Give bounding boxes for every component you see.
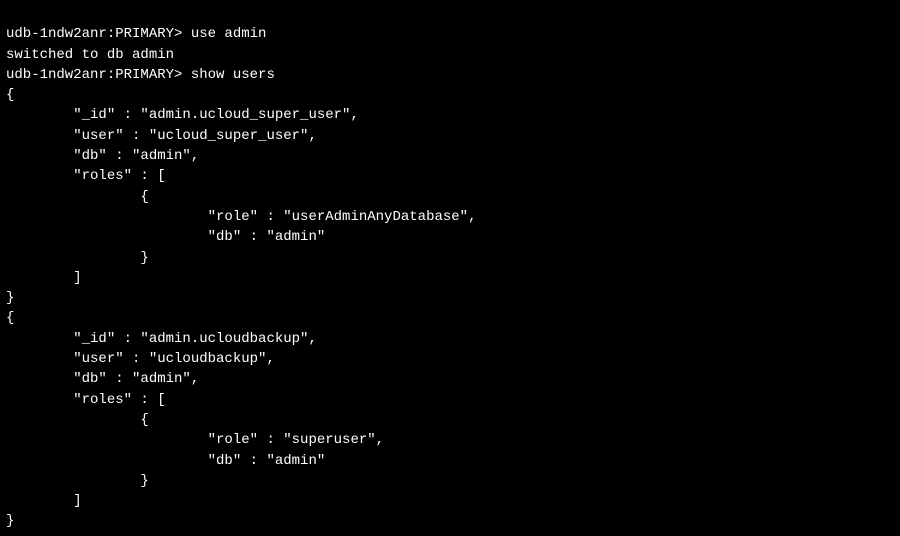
terminal-line: }	[6, 513, 14, 529]
terminal-line: "user" : "ucloud_super_user",	[6, 128, 317, 144]
terminal-line: ]	[6, 270, 82, 286]
terminal-line: switched to db admin	[6, 47, 174, 63]
terminal-line: "_id" : "admin.ucloud_super_user",	[6, 107, 359, 123]
terminal-line: {	[6, 189, 149, 205]
terminal-line: }	[6, 290, 14, 306]
terminal-line: "db" : "admin",	[6, 148, 199, 164]
terminal-line: "roles" : [	[6, 168, 166, 184]
terminal-line: "db" : "admin"	[6, 453, 325, 469]
terminal-line: }	[6, 473, 149, 489]
terminal-line: ]	[6, 493, 82, 509]
terminal-output[interactable]: udb-1ndw2anr:PRIMARY> use admin switched…	[0, 0, 900, 536]
terminal-line: "role" : "userAdminAnyDatabase",	[6, 209, 476, 225]
terminal-line: {	[6, 310, 14, 326]
terminal-line: "roles" : [	[6, 392, 166, 408]
terminal-line: "role" : "superuser",	[6, 432, 384, 448]
terminal-line: udb-1ndw2anr:PRIMARY> show users	[6, 67, 275, 83]
terminal-line: "user" : "ucloudbackup",	[6, 351, 275, 367]
terminal-line: "db" : "admin"	[6, 229, 325, 245]
terminal-line: {	[6, 412, 149, 428]
terminal-line: {	[6, 87, 14, 103]
terminal-line: udb-1ndw2anr:PRIMARY> use admin	[6, 26, 266, 42]
terminal-line: }	[6, 250, 149, 266]
terminal-line: "db" : "admin",	[6, 371, 199, 387]
terminal-line: "_id" : "admin.ucloudbackup",	[6, 331, 317, 347]
